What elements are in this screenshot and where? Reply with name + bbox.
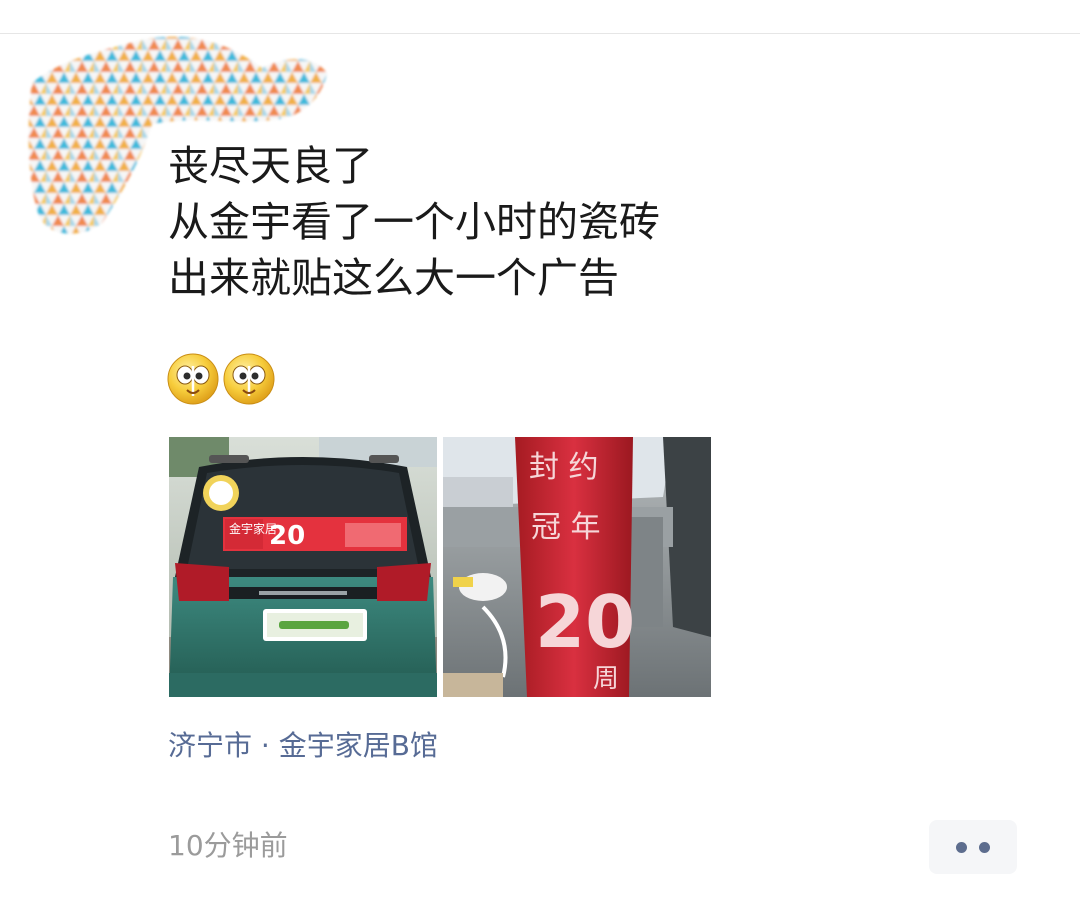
more-dots-icon — [979, 842, 990, 853]
banner-glyph: 冠 年 — [531, 510, 601, 545]
post-line: 出来就贴这么大一个广告 — [168, 254, 619, 302]
post-timestamp: 10分钟前 — [168, 829, 288, 862]
more-dots-icon — [956, 842, 967, 853]
photo-red-banner[interactable]: 封 约 冠 年 20 周 — [443, 437, 711, 697]
post-line: 丧尽天良了 — [168, 142, 373, 190]
emoji-row — [166, 352, 276, 408]
dizzy-face-emoji-icon — [167, 353, 219, 405]
banner-text: 周 — [593, 664, 619, 694]
banner-glyph: 封 约 — [529, 450, 599, 485]
post-line: 从金宇看了一个小时的瓷砖 — [168, 198, 660, 246]
location-link[interactable]: 济宁市 · 金宇家居B馆 — [168, 726, 438, 766]
photo-car-rear[interactable]: 金宇家居 20 — [169, 437, 437, 697]
ad-number-text: 20 — [269, 521, 305, 551]
moments-post: 丧尽天良了 从金宇看了一个小时的瓷砖 出来就贴这么大一个广告 金宇家居 20 封… — [0, 0, 1080, 920]
banner-number-text: 20 — [535, 580, 635, 664]
more-options-button[interactable] — [929, 820, 1017, 874]
post-content: 丧尽天良了 从金宇看了一个小时的瓷砖 出来就贴这么大一个广告 — [168, 138, 868, 306]
dizzy-face-emoji-icon — [223, 353, 275, 405]
